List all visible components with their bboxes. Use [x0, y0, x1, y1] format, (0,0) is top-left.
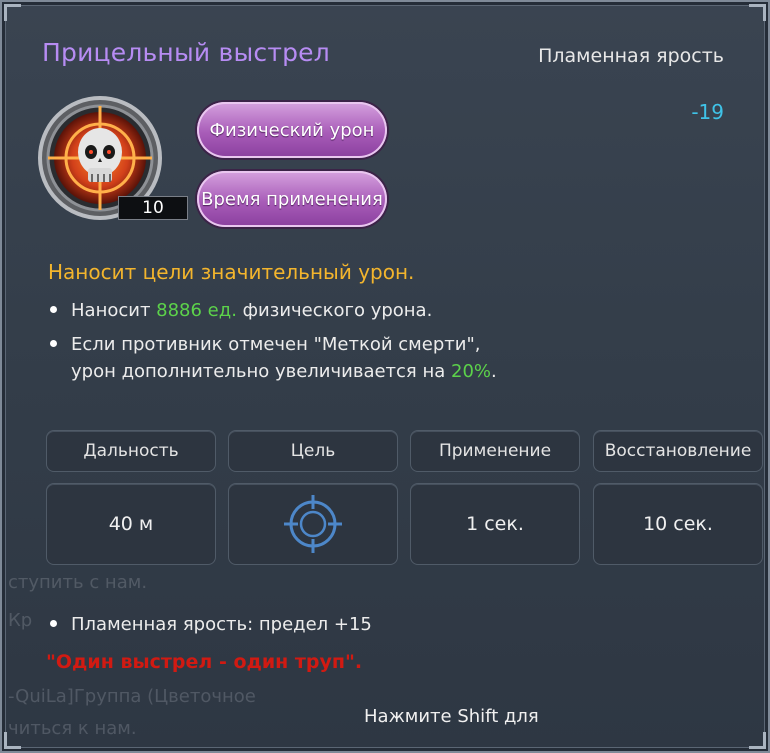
background-chat-line: ступить с нам. — [8, 572, 148, 593]
stat-value-cooldown: 10 сек. — [593, 483, 763, 565]
skill-name: Прицельный выстрел — [42, 38, 330, 67]
skill-cost: -19 — [691, 100, 724, 124]
damage-value: 8886 ед. — [156, 300, 237, 321]
cast-time-tag: Время применения — [197, 171, 387, 227]
skill-stance: Пламенная ярость — [538, 45, 724, 67]
shift-hint: Нажмите Shift для — [364, 706, 539, 727]
rage-bonus: Пламенная ярость: предел +15 — [50, 614, 372, 635]
stat-header-cooldown: Восстановление — [593, 430, 763, 472]
damage-type-tag: Физический урон — [197, 102, 387, 158]
frame-corner — [4, 4, 21, 21]
background-chat-line: читься к нам. — [8, 718, 137, 739]
bonus-value: 20% — [451, 361, 492, 382]
skill-level: 10 — [118, 196, 188, 220]
effect-text: Наносит — [71, 300, 157, 321]
crosshair-target-icon — [284, 495, 342, 553]
background-chat-line: -QuiLa]Группа (Цветочное — [8, 686, 256, 707]
skill-description: Наносит цели значительный урон. — [48, 260, 415, 284]
frame-corner — [749, 4, 766, 21]
skill-icon-wrap: 10 — [38, 94, 188, 224]
stat-value-range: 40 м — [46, 483, 216, 565]
effect-text: физического урона. — [236, 300, 433, 321]
stat-header-target: Цель — [228, 430, 398, 472]
background-chat-line: Кр — [8, 610, 33, 631]
effect-text: . — [491, 361, 497, 382]
effect-damage: Наносит 8886 ед. физического урона. — [50, 297, 432, 324]
skill-tooltip: ступить с нам. Кр -QuiLa]Группа (Цветочн… — [0, 0, 770, 753]
effect-mark-bonus: Если противник отмечен "Меткой смерти", … — [50, 331, 497, 385]
rage-bonus-text: Пламенная ярость: предел +15 — [71, 614, 372, 635]
bullet-icon — [50, 619, 57, 627]
effect-text: Если противник отмечен "Меткой смерти", — [71, 334, 481, 355]
stat-value-cast: 1 сек. — [410, 483, 580, 565]
effect-text: урон дополнительно увеличивается на — [71, 361, 452, 382]
stat-header-range: Дальность — [46, 430, 216, 472]
bullet-icon — [50, 305, 57, 313]
stat-value-target — [228, 483, 398, 565]
bullet-icon — [50, 339, 57, 347]
stat-header-cast: Применение — [410, 430, 580, 472]
skill-quote: "Один выстрел - один труп". — [46, 651, 363, 673]
frame-corner — [749, 732, 766, 749]
